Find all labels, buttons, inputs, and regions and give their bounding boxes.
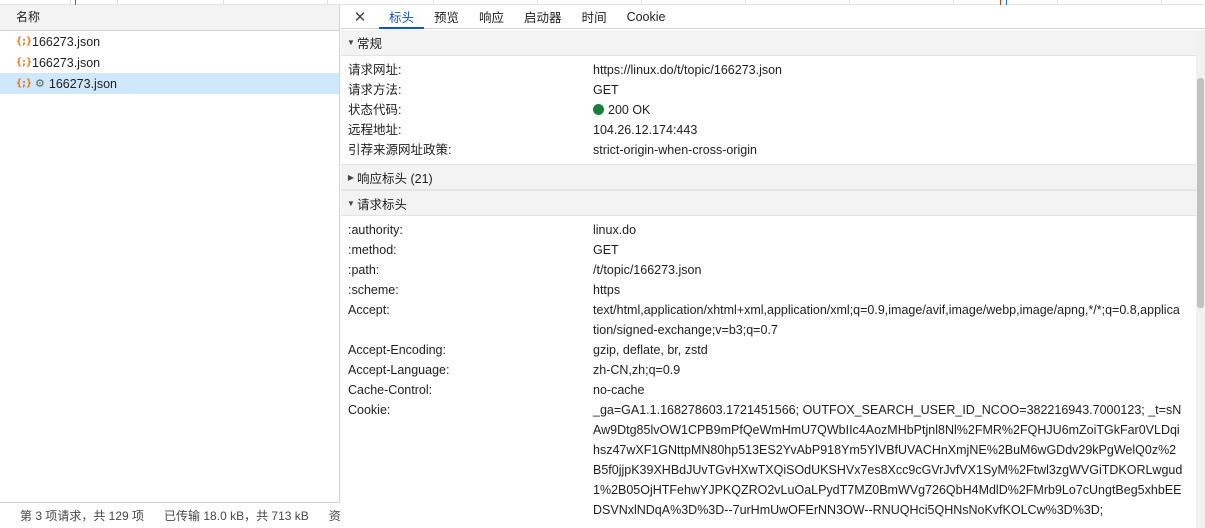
header-key: 远程地址: [348,123,402,137]
header-row: Cache-Control: no-cache [341,380,1196,400]
status-value[interactable]: 200 OK [593,100,1183,120]
header-key: Accept-Encoding: [348,343,446,357]
header-key: Accept: [348,303,390,317]
status-ok-icon [593,104,604,115]
tab-initiator[interactable]: 启动器 [514,5,572,28]
vertical-scrollbar[interactable] [1196,30,1205,528]
section-title: 请求标头 [357,197,408,212]
status-code-text: 200 OK [608,103,651,117]
header-key: Accept-Language: [348,363,450,377]
tab-cookies[interactable]: Cookie [617,5,676,28]
tab-timing[interactable]: 时间 [572,5,617,28]
header-row: 远程地址: 104.26.12.174:443 [341,120,1196,140]
header-value[interactable]: text/html,application/xhtml+xml,applicat… [593,300,1183,340]
header-key: 引荐来源网址政策: [348,143,452,157]
header-value[interactable]: gzip, deflate, br, zstd [593,340,1183,360]
header-row: :authority: linux.do [341,220,1196,240]
header-row: Cookie: _ga=GA1.1.168278603.1721451566; … [341,400,1196,520]
json-file-icon: {;} [16,36,32,47]
tab-response[interactable]: 响应 [469,5,514,28]
request-details-panel: ✕ 标头 预览 响应 启动器 时间 Cookie ▼ 常规 请求网址: http… [341,5,1205,528]
general-rows: 请求网址: https://linux.do/t/topic/166273.js… [341,56,1196,164]
header-value[interactable]: no-cache [593,380,1183,400]
header-value[interactable]: GET [593,80,1183,100]
header-value[interactable]: https://linux.do/t/topic/166273.json [593,60,1183,80]
header-key: Cookie: [348,403,391,417]
scrollbar-thumb[interactable] [1197,78,1204,308]
headers-content: ▼ 常规 请求网址: https://linux.do/t/topic/1662… [341,30,1196,528]
request-row[interactable]: {;} 166273.json [0,31,339,52]
section-title: 响应标头 (21) [357,171,433,186]
header-key: :method: [348,243,397,257]
header-value[interactable]: https [593,280,1183,300]
header-value[interactable]: GET [593,240,1183,260]
header-key: 请求网址: [348,63,402,77]
header-row: 状态代码: 200 OK [341,100,1196,120]
transferred-size: 已传输 18.0 kB，共 713 kB [164,509,309,523]
service-worker-gear-icon: ⚙ [35,78,45,90]
request-name: 166273.json [32,55,101,70]
name-column-header[interactable]: 名称 [0,5,339,31]
request-name: 166273.json [32,34,101,49]
header-row: :scheme: https [341,280,1196,300]
header-value[interactable]: _ga=GA1.1.168278603.1721451566; OUTFOX_S… [593,400,1183,520]
resources-size: 资 [328,509,340,523]
request-list-panel: 名称 {;} 166273.json {;} 166273.json {;} ⚙… [0,5,340,528]
header-value[interactable]: 104.26.12.174:443 [593,120,1183,140]
tab-headers[interactable]: 标头 [379,5,425,29]
response-headers-section-header[interactable]: ▶ 响应标头 (21) [341,164,1196,190]
section-title: 常规 [357,37,383,51]
header-value[interactable]: linux.do [593,220,1183,240]
header-key: 状态代码: [348,103,402,117]
json-file-icon: {;} [16,57,32,68]
header-row: 请求网址: https://linux.do/t/topic/166273.js… [341,60,1196,80]
tab-preview[interactable]: 预览 [424,5,469,28]
triangle-down-icon: ▼ [347,198,355,208]
triangle-right-icon: ▶ [347,172,355,182]
header-row: :path: /t/topic/166273.json [341,260,1196,280]
request-headers-section-header[interactable]: ▼ 请求标头 [341,190,1196,216]
request-row-selected[interactable]: {;} ⚙ 166273.json [0,73,339,94]
header-key: 请求方法: [348,83,402,97]
header-value[interactable]: zh-CN,zh;q=0.9 [593,360,1183,380]
header-key: Cache-Control: [348,383,433,397]
header-row: Accept: text/html,application/xhtml+xml,… [341,300,1196,340]
header-row: :method: GET [341,240,1196,260]
request-name: 166273.json [48,76,117,91]
request-count: 第 3 项请求，共 129 项 [20,509,145,523]
general-section-header[interactable]: ▼ 常规 [341,30,1196,56]
header-row: 请求方法: GET [341,80,1196,100]
header-key: :scheme: [348,283,399,297]
header-row: Accept-Language: zh-CN,zh;q=0.9 [341,360,1196,380]
request-row[interactable]: {;} 166273.json [0,52,339,73]
header-value[interactable]: /t/topic/166273.json [593,260,1183,280]
close-icon[interactable]: ✕ [341,5,379,28]
header-key: :path: [348,263,380,277]
header-value[interactable]: strict-origin-when-cross-origin [593,140,1183,160]
header-row: 引荐来源网址政策: strict-origin-when-cross-origi… [341,140,1196,160]
summary-status-bar: 第 3 项请求，共 129 项 已传输 18.0 kB，共 713 kB 资 [0,502,340,528]
json-file-icon: {;} [16,78,32,89]
triangle-down-icon: ▼ [347,38,355,47]
header-row: Accept-Encoding: gzip, deflate, br, zstd [341,340,1196,360]
request-header-rows: :authority: linux.do :method: GET :path:… [341,216,1196,524]
header-key: :authority: [348,223,403,237]
details-tab-bar: ✕ 标头 预览 响应 启动器 时间 Cookie [341,5,1205,29]
